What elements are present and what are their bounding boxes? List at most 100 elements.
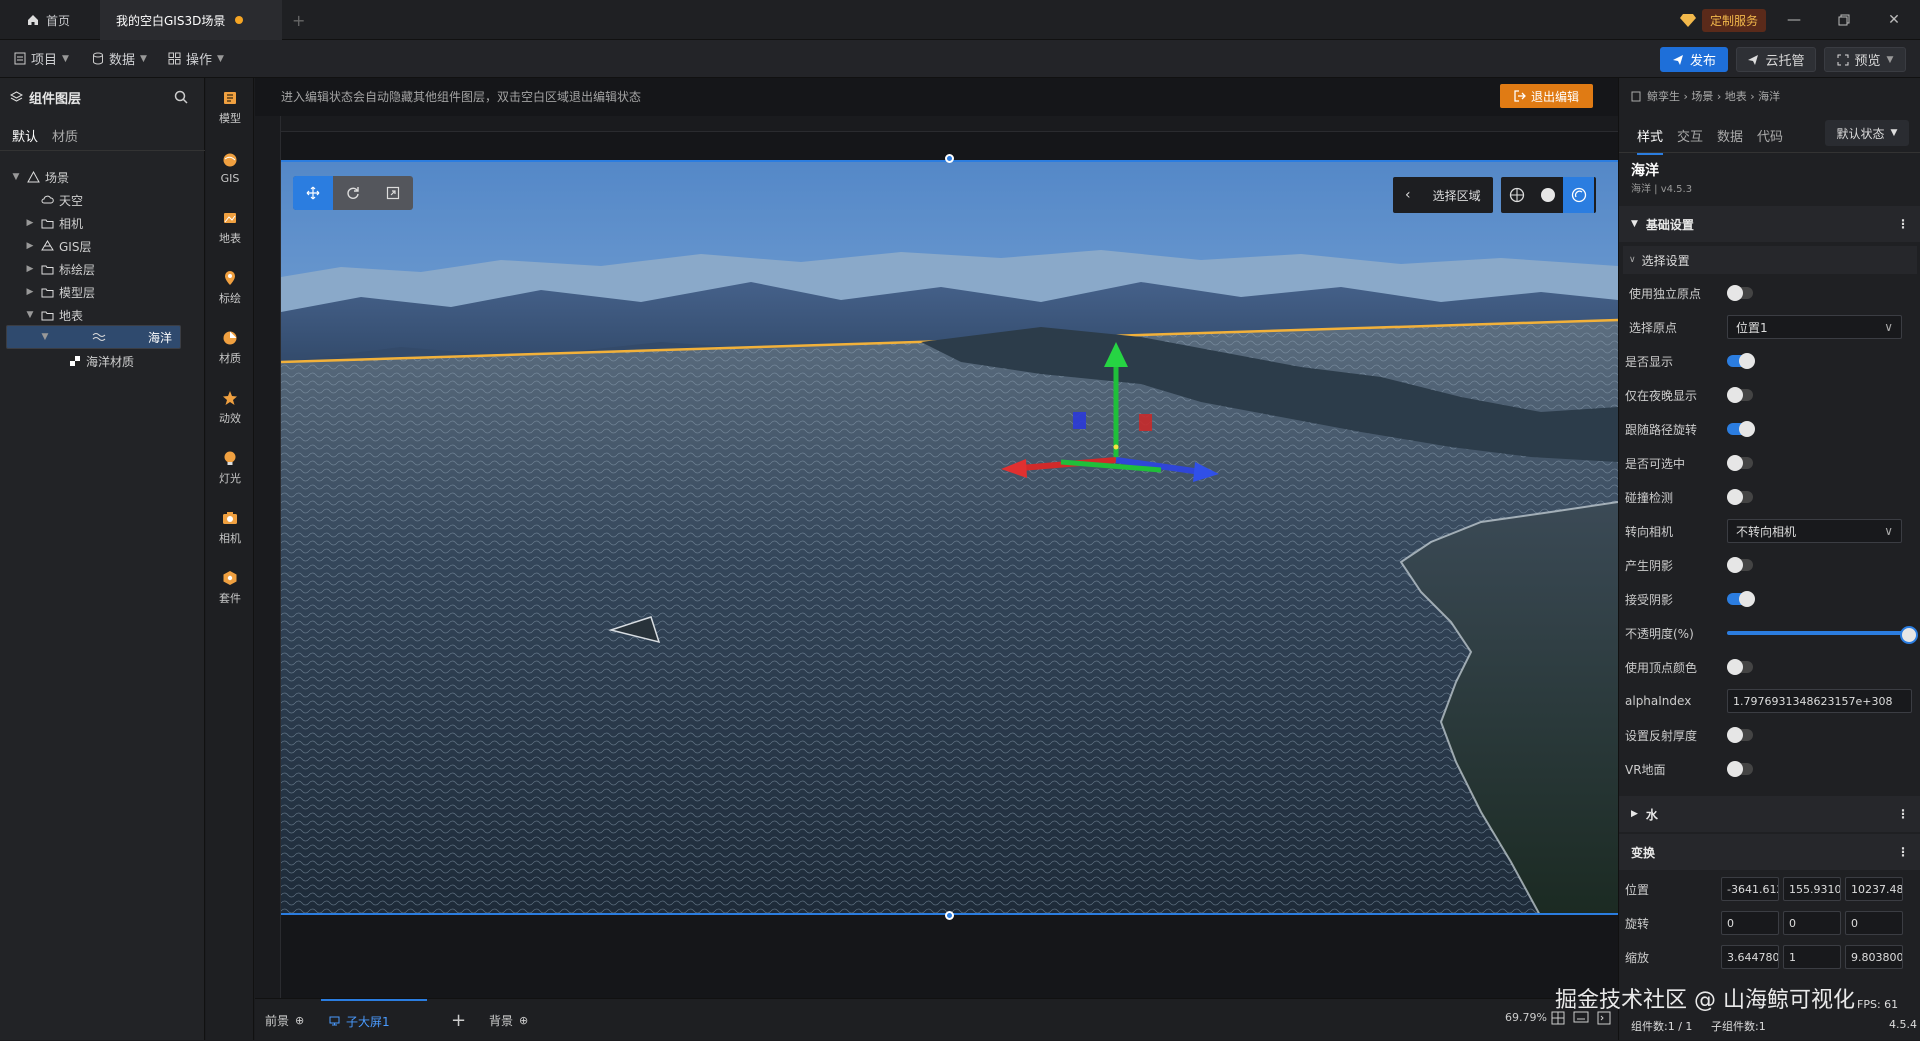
prop-label: 产生阴影 bbox=[1625, 558, 1674, 573]
caret-right-icon[interactable]: ▶ bbox=[24, 287, 36, 297]
prop-toggle[interactable] bbox=[1727, 421, 1755, 437]
move-tool-button[interactable] bbox=[293, 176, 333, 210]
folder-icon bbox=[41, 264, 54, 275]
exit-edit-button[interactable]: 退出编辑 bbox=[1500, 84, 1593, 108]
orbit-mode-button[interactable] bbox=[1563, 177, 1594, 213]
transform-input[interactable]: 3.644780 bbox=[1721, 945, 1779, 969]
prop-toggle[interactable] bbox=[1727, 455, 1753, 471]
component-type-marker[interactable]: 标绘 bbox=[206, 258, 254, 318]
transform-input[interactable]: 0 bbox=[1721, 911, 1779, 935]
top-ruler[interactable] bbox=[281, 116, 1618, 132]
caret-right-icon[interactable]: ▶ bbox=[24, 241, 36, 251]
screen-tab[interactable]: 子大屏1 bbox=[321, 999, 427, 1041]
transform-input[interactable]: 1 bbox=[1783, 945, 1841, 969]
water-section-label: 水 bbox=[1645, 807, 1658, 822]
project-menu[interactable]: 项目 ▼ bbox=[14, 49, 69, 68]
tree-item-7[interactable]: ▼ 海洋 bbox=[6, 325, 181, 349]
preview-button[interactable]: 预览 ▼ bbox=[1824, 47, 1906, 72]
prop-toggle[interactable] bbox=[1727, 727, 1753, 743]
globe-mode-button[interactable] bbox=[1501, 177, 1532, 213]
prop-toggle[interactable] bbox=[1727, 761, 1753, 777]
prop-slider[interactable] bbox=[1727, 626, 1918, 644]
tab-default[interactable]: 默认 bbox=[12, 126, 38, 145]
scale-tool-button[interactable] bbox=[373, 176, 413, 210]
operate-menu[interactable]: 操作 ▼ bbox=[168, 49, 224, 68]
tree-item-label: 相机 bbox=[59, 216, 84, 231]
prop-toggle[interactable] bbox=[1727, 557, 1753, 573]
subcomponent-count: 子组件数:1 bbox=[1711, 1020, 1766, 1033]
component-type-model[interactable]: 模型 bbox=[206, 78, 254, 138]
caret-down-icon[interactable]: ▼ bbox=[24, 310, 36, 320]
prop-select[interactable]: 不转向相机 ∨ bbox=[1727, 519, 1902, 543]
material-icon bbox=[69, 355, 81, 367]
tab-interaction[interactable]: 交互 bbox=[1677, 126, 1703, 145]
prop-toggle[interactable] bbox=[1727, 387, 1753, 403]
caret-right-icon[interactable]: ▶ bbox=[24, 264, 36, 274]
transform-input[interactable]: 0 bbox=[1845, 911, 1903, 935]
effect-icon bbox=[222, 390, 238, 406]
tab-data[interactable]: 数据 bbox=[1717, 126, 1743, 145]
component-type-camera[interactable]: 相机 bbox=[206, 498, 254, 558]
transform-input[interactable]: 9.803800 bbox=[1845, 945, 1903, 969]
more-vertical-icon[interactable]: ⋮ bbox=[1897, 845, 1909, 859]
restore-button[interactable] bbox=[1830, 8, 1858, 32]
select-settings-subsection[interactable]: ∨ 选择设置 bbox=[1623, 246, 1917, 274]
component-type-terrain[interactable]: 地表 bbox=[206, 198, 254, 258]
component-type-effect[interactable]: 动效 bbox=[206, 378, 254, 438]
component-type-material[interactable]: 材质 bbox=[206, 318, 254, 378]
publish-button[interactable]: 发布 bbox=[1660, 47, 1728, 72]
water-section[interactable]: ▶ 水 ⋮ bbox=[1619, 796, 1920, 832]
foreground-tab[interactable]: 前景 ⊕ bbox=[265, 999, 304, 1041]
tab-code[interactable]: 代码 bbox=[1757, 126, 1783, 145]
prop-toggle[interactable] bbox=[1727, 591, 1755, 607]
data-menu[interactable]: 数据 ▼ bbox=[92, 49, 147, 68]
rotate-tool-button[interactable] bbox=[333, 176, 373, 210]
more-vertical-icon[interactable]: ⋮ bbox=[1897, 807, 1909, 821]
transform-input[interactable]: 10237.481 bbox=[1845, 877, 1903, 901]
top-resize-handle[interactable] bbox=[945, 154, 954, 163]
add-screen-button[interactable]: + bbox=[451, 999, 466, 1041]
component-type-gis[interactable]: GIS bbox=[206, 138, 254, 198]
tab-material[interactable]: 材质 bbox=[52, 126, 78, 145]
transform-input[interactable]: 155.93109 bbox=[1783, 877, 1841, 901]
prop-row-0: 使用独立原点 bbox=[1625, 276, 1915, 310]
state-select[interactable]: 默认状态 ▼ bbox=[1825, 120, 1909, 146]
prop-toggle[interactable] bbox=[1727, 489, 1753, 505]
prop-toggle[interactable] bbox=[1727, 285, 1753, 301]
prop-row-5: 是否可选中 bbox=[1625, 446, 1915, 480]
caret-right-icon[interactable]: ▶ bbox=[24, 218, 36, 228]
cloud-host-button[interactable]: 云托管 bbox=[1736, 47, 1816, 72]
new-tab-button[interactable]: + bbox=[276, 0, 321, 40]
component-type-light[interactable]: 灯光 bbox=[206, 438, 254, 498]
transform-label: 缩放 bbox=[1625, 950, 1650, 965]
home-tab[interactable]: 首页 bbox=[10, 0, 86, 40]
document-tab[interactable]: 我的空白GIS3D场景 bbox=[100, 0, 282, 40]
caret-down-icon[interactable]: ▼ bbox=[10, 172, 22, 182]
transform-input[interactable]: 0 bbox=[1783, 911, 1841, 935]
prop-text-input[interactable]: 1.7976931348623157e+308 bbox=[1727, 689, 1912, 713]
document-tab-label: 我的空白GIS3D场景 bbox=[116, 13, 226, 28]
transform-input[interactable]: -3641.612 bbox=[1721, 877, 1779, 901]
tree-item-8[interactable]: 海洋材质 bbox=[6, 348, 202, 374]
more-vertical-icon[interactable]: ⋮ bbox=[1897, 217, 1909, 231]
left-ruler[interactable] bbox=[255, 116, 281, 998]
prop-toggle[interactable] bbox=[1727, 353, 1755, 369]
sphere-mode-button[interactable] bbox=[1532, 177, 1563, 213]
search-button[interactable] bbox=[174, 90, 188, 104]
tab-style[interactable]: 样式 bbox=[1637, 126, 1664, 155]
prop-row-11: 使用顶点颜色 bbox=[1625, 650, 1915, 684]
caret-down-icon[interactable]: ▼ bbox=[39, 332, 51, 342]
prop-select[interactable]: 位置1 ∨ bbox=[1727, 315, 1902, 339]
basic-settings-section[interactable]: ▼ 基础设置 ⋮ bbox=[1619, 206, 1920, 242]
prop-toggle[interactable] bbox=[1727, 659, 1753, 675]
minimize-button[interactable]: — bbox=[1780, 8, 1808, 32]
component-type-kit[interactable]: 套件 bbox=[206, 558, 254, 618]
bottom-resize-handle[interactable] bbox=[945, 911, 954, 920]
custom-service-button[interactable]: 定制服务 bbox=[1680, 8, 1767, 32]
transform-section[interactable]: 变换 ⋮ bbox=[1619, 834, 1920, 870]
select-area-button[interactable]: ‹ 选择区域 bbox=[1393, 177, 1493, 213]
close-button[interactable]: ✕ bbox=[1880, 8, 1908, 32]
3d-viewport[interactable]: ‹ 选择区域 bbox=[281, 160, 1618, 915]
prop-label: 接受阴影 bbox=[1625, 592, 1674, 607]
background-tab[interactable]: 背景 ⊕ bbox=[489, 999, 528, 1041]
